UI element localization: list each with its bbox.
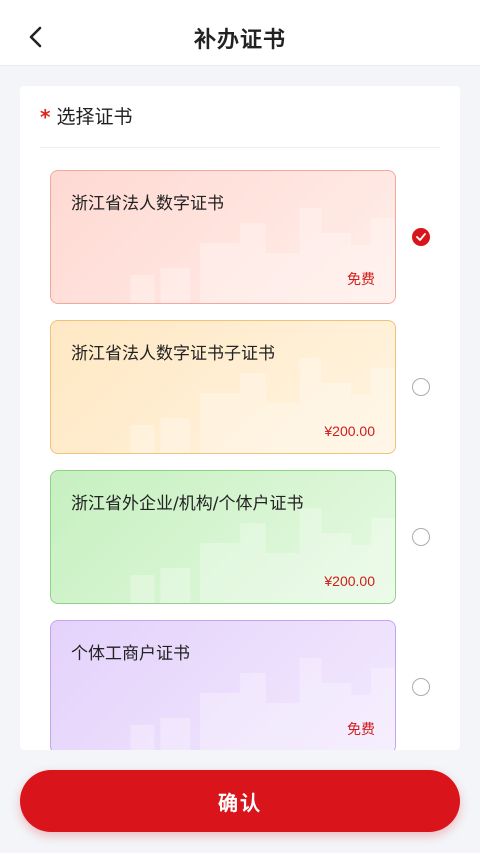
page-title: 补办证书 bbox=[193, 28, 286, 53]
certificate-radio[interactable] bbox=[412, 228, 430, 246]
confirm-button[interactable]: 确认 bbox=[20, 770, 460, 832]
section-header: * 选择证书 bbox=[40, 104, 440, 148]
certificate-name: 浙江省法人数字证书 bbox=[71, 194, 224, 214]
required-mark: * bbox=[40, 105, 51, 129]
certificate-price: ¥200.00 bbox=[324, 573, 375, 589]
certificate-name: 浙江省外企业/机构/个体户证书 bbox=[71, 494, 304, 514]
check-icon bbox=[416, 233, 426, 241]
certificate-name: 浙江省法人数字证书子证书 bbox=[71, 344, 275, 364]
certificate-name: 个体工商户证书 bbox=[71, 644, 190, 664]
certificate-card[interactable]: 个体工商户证书 免费 bbox=[50, 620, 396, 750]
certificate-radio[interactable] bbox=[412, 528, 430, 546]
certificate-panel: * 选择证书 浙江省法人数字证书 免费 浙江省法人数字证书子证书 ¥200.00… bbox=[20, 86, 460, 750]
section-title: 选择证书 bbox=[56, 106, 133, 128]
nav-bar: 补办证书 bbox=[0, 0, 480, 66]
certificate-card[interactable]: 浙江省法人数字证书子证书 ¥200.00 bbox=[50, 320, 396, 454]
certificate-radio[interactable] bbox=[412, 678, 430, 696]
certificate-radio[interactable] bbox=[412, 378, 430, 396]
certificate-price: 免费 bbox=[347, 721, 375, 737]
certificate-card[interactable]: 浙江省法人数字证书 免费 bbox=[50, 170, 396, 304]
certificate-card[interactable]: 浙江省外企业/机构/个体户证书 ¥200.00 bbox=[50, 470, 396, 604]
certificate-price: ¥200.00 bbox=[324, 423, 375, 439]
certificate-price: 免费 bbox=[347, 271, 375, 287]
